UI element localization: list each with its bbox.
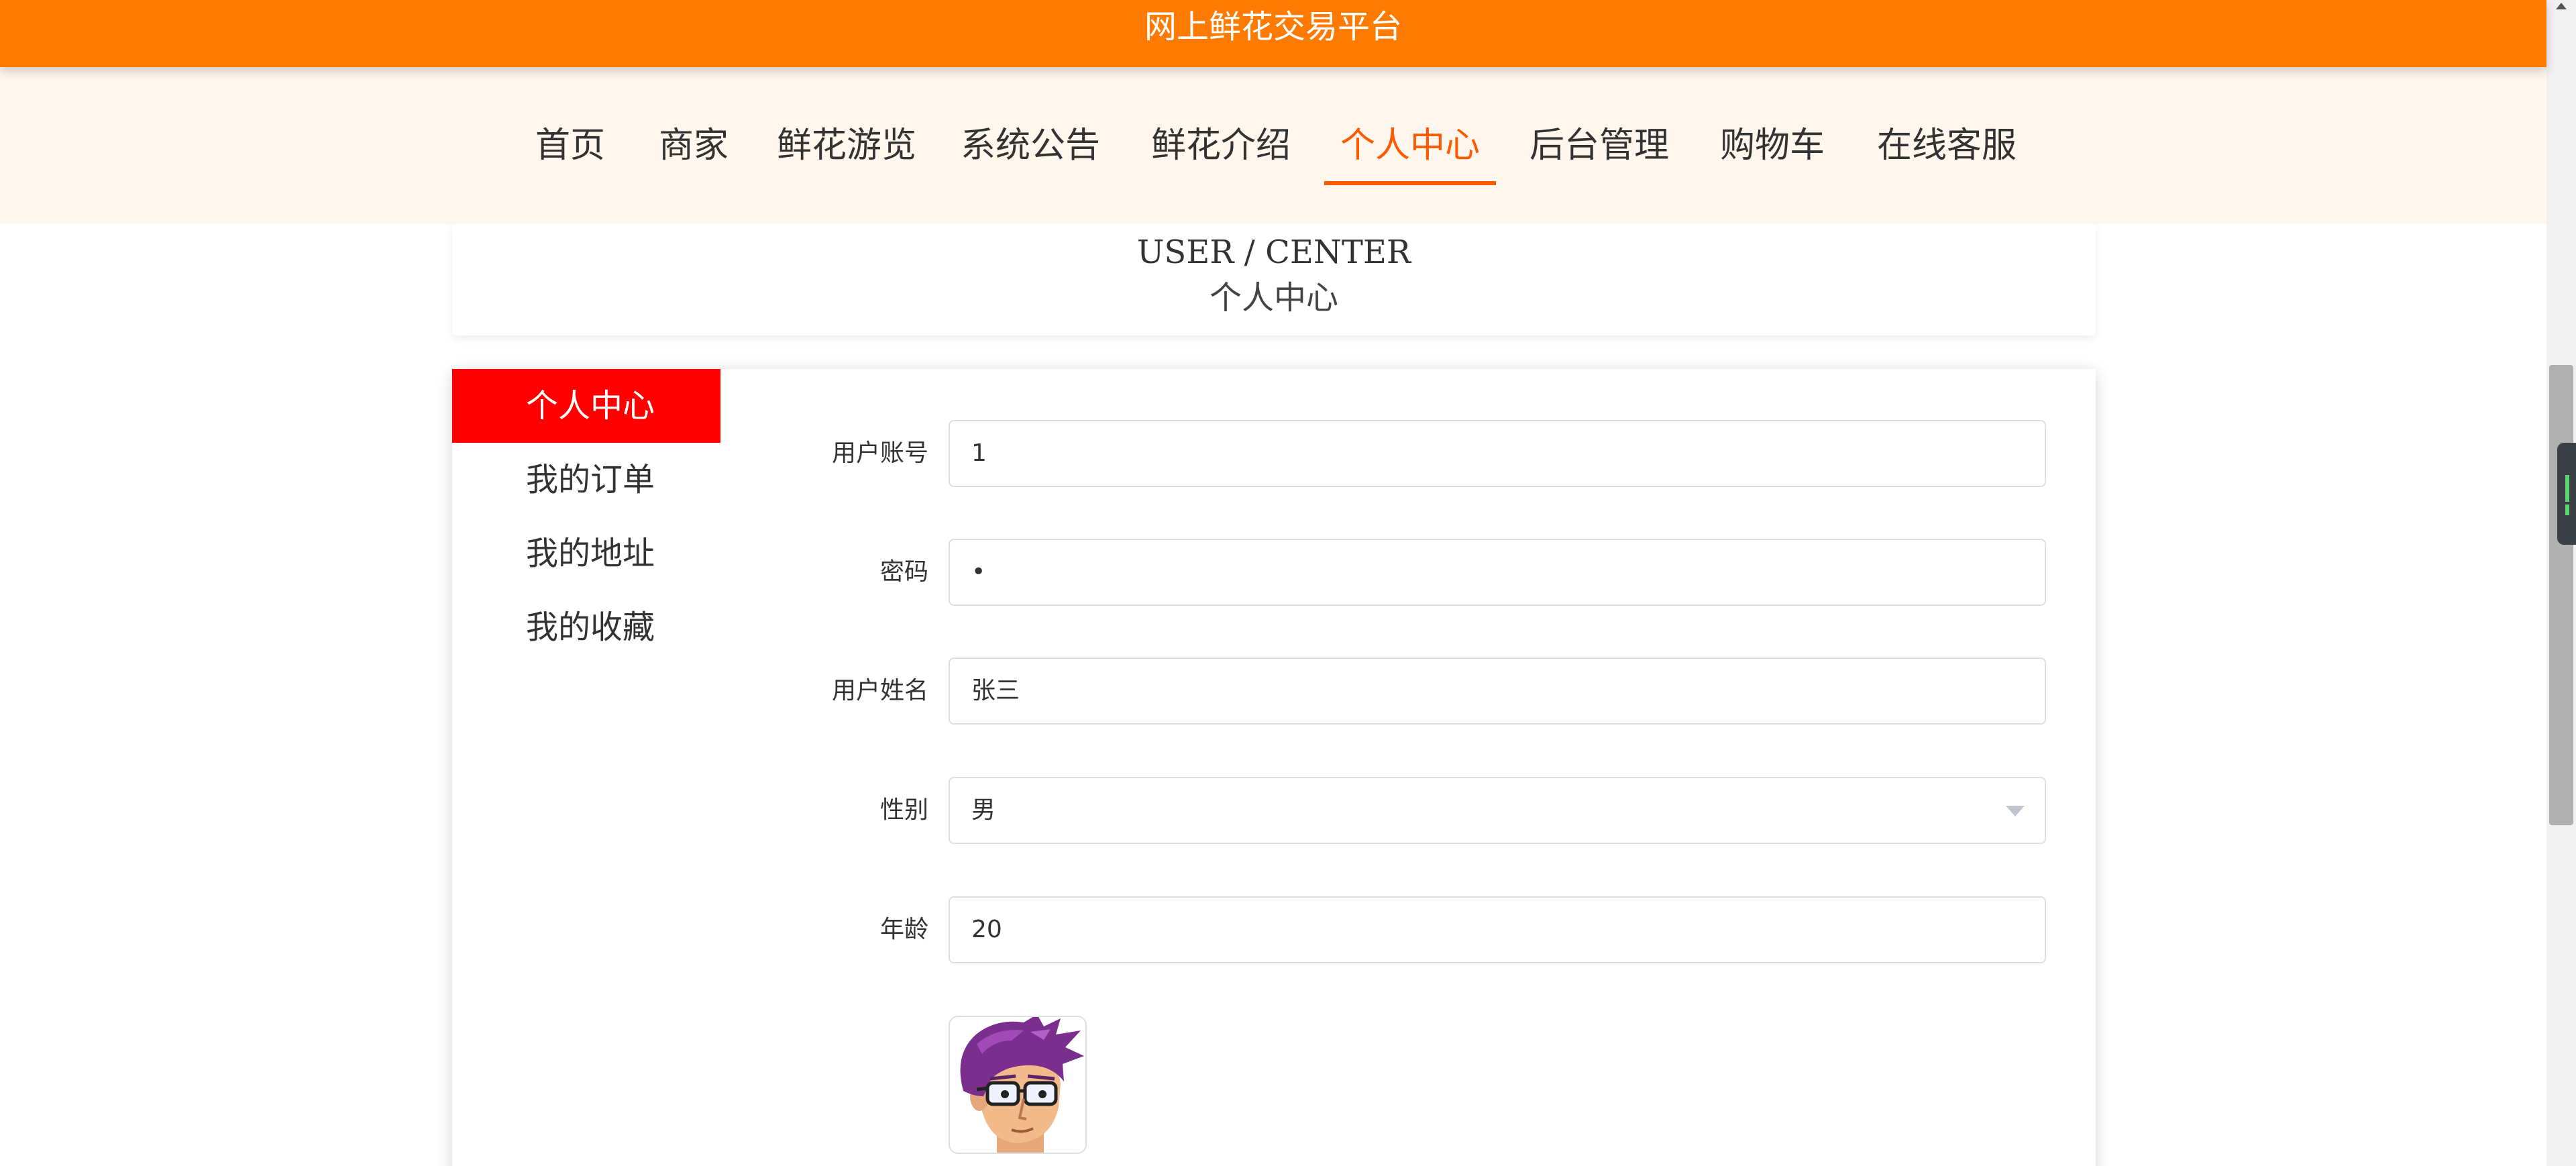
side-panel-tab-icon[interactable] bbox=[2557, 443, 2576, 545]
page-title-cn: 个人中心 bbox=[1209, 279, 1338, 317]
nav-item-customer-service[interactable]: 在线客服 bbox=[1877, 115, 2017, 176]
scrollbar-thumb[interactable] bbox=[2549, 365, 2573, 825]
page-title-en: USER / CENTER bbox=[1136, 233, 1411, 271]
indicator-bar bbox=[2565, 475, 2569, 502]
nav-item-cart[interactable]: 购物车 bbox=[1720, 115, 1825, 176]
name-row: 用户姓名 张三 bbox=[774, 657, 2046, 725]
account-label: 用户账号 bbox=[831, 439, 928, 467]
age-field[interactable]: 20 bbox=[949, 896, 2046, 963]
name-field[interactable]: 张三 bbox=[949, 657, 2046, 725]
gender-row: 性别 男 bbox=[774, 777, 2046, 844]
nav-item-merchants[interactable]: 商家 bbox=[659, 115, 729, 176]
nav-item-announcements[interactable]: 系统公告 bbox=[961, 115, 1100, 176]
avatar-upload[interactable] bbox=[949, 1016, 1087, 1154]
password-row: 密码 • bbox=[774, 539, 2046, 606]
gender-select-value: 男 bbox=[971, 796, 996, 824]
account-row: 用户账号 1 bbox=[774, 420, 2046, 487]
side-item-my-orders[interactable]: 我的订单 bbox=[452, 443, 720, 517]
nav-item-user-center[interactable]: 个人中心 bbox=[1324, 115, 1497, 185]
age-label: 年龄 bbox=[879, 916, 928, 943]
password-field[interactable]: • bbox=[949, 539, 2046, 606]
user-center-card: 个人中心 我的订单 我的地址 我的收藏 用户账号 1 密码 • 用户姓名 张三 … bbox=[452, 369, 2096, 1166]
site-title: 网上鲜花交易平台 bbox=[1144, 8, 1402, 46]
main-nav: 首页 商家 鲜花游览 系统公告 鲜花介绍 个人中心 后台管理 购物车 在线客服 bbox=[0, 67, 2546, 224]
page: 网上鲜花交易平台 首页 商家 鲜花游览 系统公告 鲜花介绍 个人中心 后台管理 … bbox=[0, 0, 2576, 1166]
name-label: 用户姓名 bbox=[831, 677, 928, 704]
nav-item-flower-intro[interactable]: 鲜花介绍 bbox=[1151, 115, 1291, 176]
title-bar: 网上鲜花交易平台 bbox=[0, 0, 2546, 67]
page-header: USER / CENTER 个人中心 bbox=[452, 224, 2096, 335]
nav-item-admin[interactable]: 后台管理 bbox=[1529, 115, 1669, 176]
account-field[interactable]: 1 bbox=[949, 420, 2046, 487]
password-label: 密码 bbox=[879, 558, 928, 586]
indicator-bar bbox=[2565, 505, 2569, 515]
gender-label: 性别 bbox=[879, 796, 928, 824]
side-item-user-center[interactable]: 个人中心 bbox=[452, 369, 720, 443]
age-row: 年龄 20 bbox=[774, 896, 2046, 963]
side-item-my-addresses[interactable]: 我的地址 bbox=[452, 517, 720, 590]
nav-item-flower-browse[interactable]: 鲜花游览 bbox=[777, 115, 916, 176]
chevron-down-icon[interactable] bbox=[2006, 806, 2025, 816]
avatar-cartoon-man-glasses-icon bbox=[950, 1017, 1085, 1153]
nav-item-home[interactable]: 首页 bbox=[535, 115, 605, 176]
gender-select[interactable]: 男 bbox=[949, 777, 2046, 844]
scroll-up-arrow-icon[interactable] bbox=[2556, 3, 2567, 9]
side-item-my-favorites[interactable]: 我的收藏 bbox=[452, 590, 720, 664]
side-menu: 个人中心 我的订单 我的地址 我的收藏 bbox=[452, 369, 720, 664]
